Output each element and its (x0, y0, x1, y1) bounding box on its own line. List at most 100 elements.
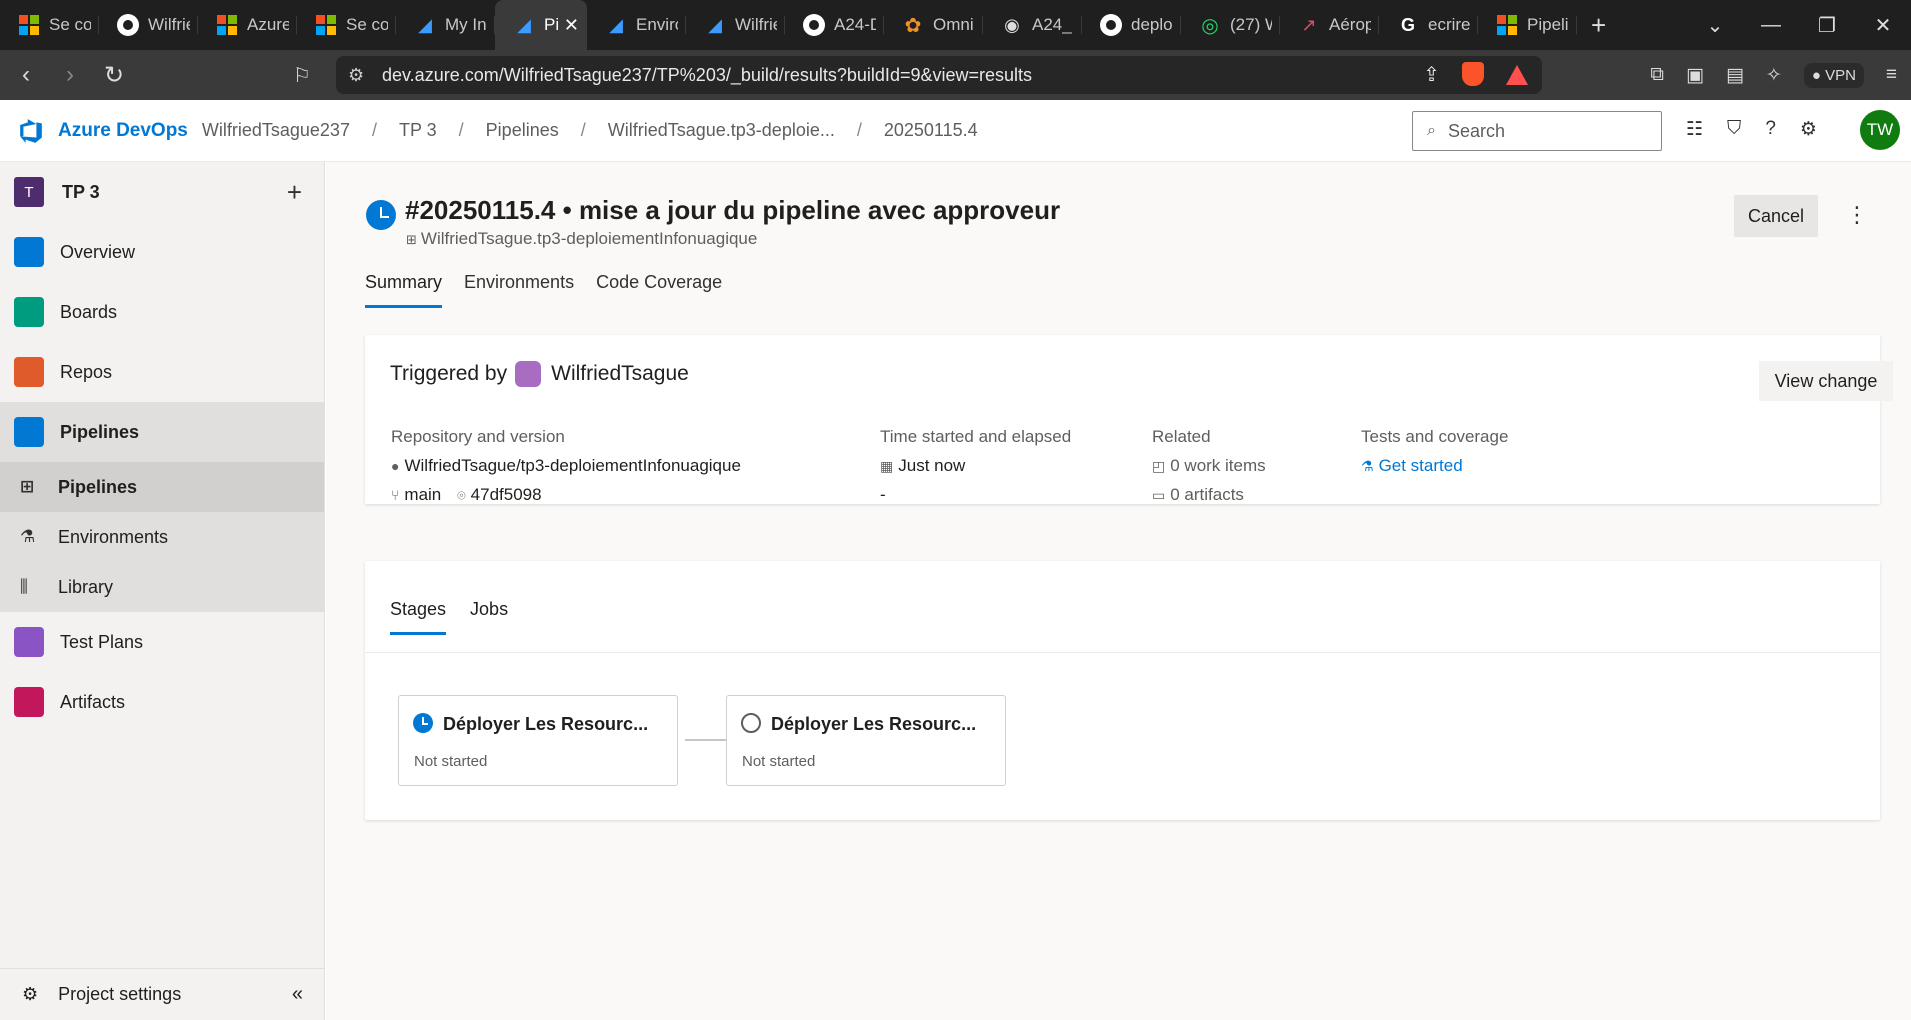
github-icon (803, 14, 825, 36)
search-input[interactable]: ⌕ Search (1412, 111, 1662, 151)
sidebar-item-pipelines[interactable]: Pipelines (0, 402, 324, 462)
browser-tab-active[interactable]: ◢ Pi ✕ (495, 0, 587, 50)
forward-icon[interactable]: › (52, 61, 88, 89)
restore-icon[interactable]: ❐ (1799, 13, 1855, 38)
browser-tab[interactable]: Azure (198, 0, 297, 50)
breadcrumb-run[interactable]: 20250115.4 (884, 120, 978, 141)
browser-tab[interactable]: ✿ Omni (884, 0, 983, 50)
related-heading: Related (1152, 427, 1211, 446)
search-icon: ⌕ (1427, 122, 1436, 139)
azure-devops-logo-icon[interactable] (18, 118, 44, 144)
add-icon[interactable]: + (287, 177, 302, 208)
browser-tab[interactable]: deplo (1082, 0, 1181, 50)
breadcrumb-organization[interactable]: WilfriedTsague237 (202, 120, 350, 141)
time-heading: Time started and elapsed (880, 427, 1072, 446)
close-icon[interactable]: ✕ (564, 15, 579, 36)
boards-icon (14, 297, 44, 327)
sidebar-subitem-environments[interactable]: ⚗ Environments (0, 512, 324, 562)
running-stage-icon (413, 713, 433, 733)
stage-status: Not started (742, 753, 816, 770)
url-text: dev.azure.com/WilfriedTsague237/TP%203/_… (382, 64, 1033, 85)
back-icon[interactable]: ‹ (8, 61, 44, 89)
vpn-button[interactable]: ● VPN (1803, 62, 1864, 88)
user-settings-icon[interactable]: ⚙ (1800, 118, 1817, 141)
browser-tab[interactable]: ◢ My In (396, 0, 495, 50)
tab-code-coverage[interactable]: Code Coverage (596, 272, 722, 308)
branch-name[interactable]: main (404, 485, 441, 505)
get-started-link[interactable]: Get started (1379, 456, 1463, 476)
microsoft-icon (216, 14, 238, 36)
minimize-icon[interactable]: — (1743, 14, 1799, 37)
url-field[interactable]: ⚙ dev.azure.com/WilfriedTsague237/TP%203… (336, 56, 1542, 94)
task-list-icon[interactable]: ☷ (1686, 118, 1703, 141)
repository-link[interactable]: ● WilfriedTsague/tp3-deploiementInfonuagi… (391, 456, 741, 476)
browser-tab[interactable]: Se cor (297, 0, 396, 50)
project-settings-label: Project settings (58, 984, 182, 1004)
breadcrumb-project[interactable]: TP 3 (399, 120, 437, 141)
browser-tab[interactable]: Wilfrie (99, 0, 198, 50)
reload-icon[interactable]: ↻ (96, 61, 132, 90)
sidebar-item-overview[interactable]: Overview (0, 222, 324, 282)
azure-devops-icon: ◢ (708, 14, 722, 35)
tab-list-icon[interactable]: ⌄ (1687, 13, 1743, 38)
browser-tab[interactable]: Gecrire (1379, 0, 1478, 50)
sidebar-subitem-pipelines[interactable]: ⊞ Pipelines (0, 462, 324, 512)
sidebar-item-repos[interactable]: Repos (0, 342, 324, 402)
collapse-sidebar-icon[interactable]: « (292, 983, 303, 1006)
tab-environments[interactable]: Environments (464, 272, 574, 308)
stage-card[interactable]: Déployer Les Resourc... Not started (726, 695, 1006, 786)
browser-tab[interactable]: ◢Wilfrie (686, 0, 785, 50)
marketplace-icon[interactable]: ⛉ (1727, 118, 1741, 141)
pipeline-link[interactable]: ⊞ WilfriedTsague.tp3-deploiementInfonuagi… (406, 229, 757, 249)
brave-shield-icon[interactable] (1462, 62, 1484, 86)
site-settings-icon[interactable]: ⚙ (348, 65, 364, 86)
user-avatar-icon (515, 361, 542, 387)
sidebar-toggle-icon[interactable]: ▣ (1686, 64, 1704, 87)
stages-card: Stages Jobs Déployer Les Resourc... Not … (365, 561, 1880, 820)
tab-summary[interactable]: Summary (365, 272, 443, 308)
brave-rewards-icon[interactable] (1506, 65, 1528, 85)
commit-id[interactable]: 47df5098 (471, 485, 542, 505)
view-change-button[interactable]: View change (1759, 361, 1893, 401)
more-options-icon[interactable]: ⋮ (1846, 202, 1868, 228)
breadcrumb-pipeline[interactable]: WilfriedTsague.tp3-deploie... (608, 120, 835, 141)
brand-name[interactable]: Azure DevOps (58, 120, 188, 142)
extensions-icon[interactable]: ⧉ (1650, 64, 1664, 86)
sidebar-item-label: Environments (58, 526, 169, 547)
browser-tab[interactable]: Se cor (0, 0, 99, 50)
menu-icon[interactable]: ≡ (1886, 64, 1897, 86)
leo-ai-icon[interactable]: ✧ (1766, 64, 1782, 87)
sidebar-item-boards[interactable]: Boards (0, 282, 324, 342)
summary-card: Triggered by WilfriedTsague View change … (365, 335, 1893, 505)
avatar[interactable]: TW (1860, 110, 1900, 150)
project-settings[interactable]: ⚙ Project settings « (0, 968, 325, 1020)
browser-tab[interactable]: ↗ Aérop (1280, 0, 1379, 50)
work-items-link[interactable]: ◰ 0 work items (1152, 456, 1266, 476)
artifacts-link[interactable]: ▭ 0 artifacts (1152, 485, 1266, 505)
share-icon[interactable]: ⇪ (1423, 62, 1440, 87)
close-window-icon[interactable]: ✕ (1855, 13, 1911, 38)
cancel-button[interactable]: Cancel (1734, 195, 1818, 237)
browser-tab[interactable]: ◢Enviro (587, 0, 686, 50)
project-header[interactable]: T TP 3 + (0, 162, 324, 222)
pipeline-name: WilfriedTsague.tp3-deploiementInfonuagiq… (420, 229, 758, 248)
browser-tab[interactable]: A24-D (785, 0, 884, 50)
breadcrumb-pipelines[interactable]: Pipelines (486, 120, 559, 141)
globe-icon: ◉ (1004, 14, 1020, 35)
sidebar-item-test-plans[interactable]: Test Plans (0, 612, 324, 672)
help-icon[interactable]: ? (1765, 118, 1776, 141)
browser-tab[interactable]: Pipeli (1478, 0, 1577, 50)
sidebar-subitem-library[interactable]: ⫼ Library (0, 562, 324, 612)
bookmark-icon[interactable]: ⚐ (293, 63, 311, 88)
stage-card[interactable]: Déployer Les Resourc... Not started (398, 695, 678, 786)
new-tab-button[interactable]: + (1591, 10, 1606, 41)
browser-tab[interactable]: ◉ A24_ (983, 0, 1082, 50)
browser-tab[interactable]: ◎(27) W (1181, 0, 1280, 50)
commit-icon: ⌾ (457, 486, 466, 503)
repository-column: Repository and version ● WilfriedTsague/t… (391, 427, 741, 514)
sidebar-item-artifacts[interactable]: Artifacts (0, 672, 324, 732)
tests-column: Tests and coverage ⚗ Get started (1361, 427, 1508, 485)
tab-stages[interactable]: Stages (390, 599, 447, 635)
wallet-icon[interactable]: ▤ (1726, 64, 1744, 87)
tab-jobs[interactable]: Jobs (470, 599, 508, 635)
